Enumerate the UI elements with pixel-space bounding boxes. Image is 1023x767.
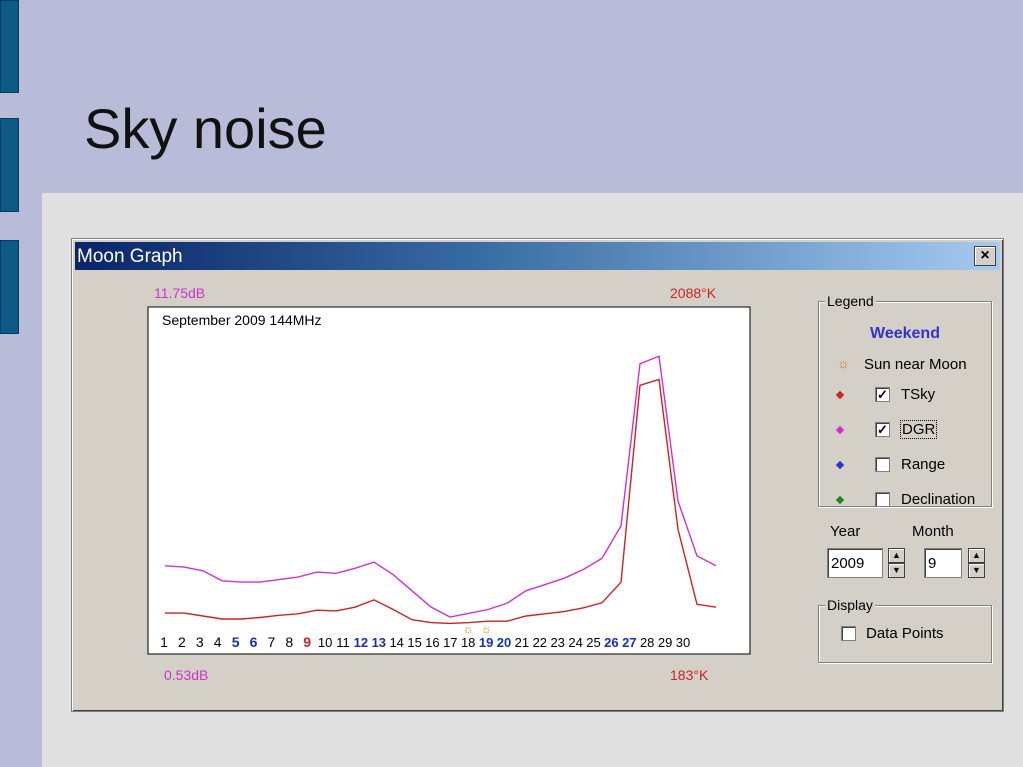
display-group: Display Data Points [818, 597, 992, 663]
x-tick-label-16: 16 [425, 635, 439, 650]
x-tick-label-8: 8 [285, 634, 293, 650]
dgr-label: DGR [899, 420, 938, 439]
year-spin-down-button[interactable]: ▼ [888, 563, 905, 578]
tsky-checkbox[interactable]: ✓ [875, 387, 890, 402]
x-tick-label-27: 27 [622, 635, 636, 650]
display-group-label: Display [825, 597, 875, 613]
data-points-checkbox[interactable] [841, 626, 856, 641]
x-tick-label-13: 13 [372, 635, 386, 650]
x-tick-label-6: 6 [250, 634, 258, 650]
range-marker-icon [835, 460, 845, 470]
tsky-marker-icon [835, 390, 845, 400]
x-tick-label-26: 26 [604, 635, 618, 650]
legend-group: Legend Weekend ☼ Sun near Moon ✓ TSky ✓ DGR… [818, 293, 992, 508]
x-tick-label-2: 2 [178, 634, 186, 650]
sun-near-moon-marker-18: ☼ [463, 622, 474, 636]
x-tick-label-23: 23 [550, 635, 564, 650]
left-axis-min-label: 0.53dB [164, 667, 208, 683]
declination-marker-icon [835, 495, 845, 505]
data-points-label: Data Points [866, 625, 944, 642]
month-label: Month [912, 523, 954, 540]
month-input[interactable]: 9 [924, 548, 962, 578]
x-tick-label-22: 22 [533, 635, 547, 650]
slide-accent-bar-3 [0, 240, 19, 334]
month-spin-up-button[interactable]: ▲ [968, 548, 985, 563]
x-tick-label-7: 7 [268, 634, 276, 650]
x-tick-label-14: 14 [389, 635, 403, 650]
right-axis-min-label: 183°K [670, 667, 709, 683]
moon-graph-window: Moon Graph × September 2009 144MHz 11.75… [71, 238, 1004, 712]
slide-accent-bar-1 [0, 0, 19, 93]
sun-near-moon-label: Sun near Moon [864, 356, 967, 373]
year-spin-up-button[interactable]: ▲ [888, 548, 905, 563]
x-tick-label-15: 15 [407, 635, 421, 650]
x-tick-label-11: 11 [336, 635, 350, 650]
x-tick-label-4: 4 [214, 634, 222, 650]
x-tick-label-10: 10 [318, 635, 332, 650]
slide-accent-bar-2 [0, 118, 19, 212]
year-label: Year [830, 523, 861, 540]
month-spin-down-button[interactable]: ▼ [968, 563, 985, 578]
slide-title: Sky noise [84, 97, 327, 160]
dgr-marker-icon [835, 425, 845, 435]
x-tick-label-3: 3 [196, 634, 204, 650]
weekend-label: Weekend [870, 325, 940, 342]
left-axis-max-label: 11.75dB [154, 285, 205, 301]
sun-icon: ☼ [837, 355, 850, 371]
x-tick-label-24: 24 [568, 635, 582, 650]
chart-title: September 2009 144MHz [162, 312, 322, 328]
range-checkbox[interactable] [875, 457, 890, 472]
x-tick-label-20: 20 [497, 635, 511, 650]
x-tick-label-19: 19 [479, 635, 493, 650]
year-input[interactable]: 2009 [827, 548, 883, 578]
x-tick-label-28: 28 [640, 635, 654, 650]
x-tick-label-17: 17 [443, 635, 457, 650]
legend-group-label: Legend [825, 293, 876, 309]
x-tick-label-18: 18 [461, 635, 475, 650]
x-tick-label-9: 9 [303, 634, 311, 650]
x-tick-label-29: 29 [658, 635, 672, 650]
x-tick-label-25: 25 [586, 635, 600, 650]
range-label: Range [901, 456, 946, 473]
declination-checkbox[interactable] [875, 492, 890, 507]
x-tick-label-1: 1 [160, 634, 168, 650]
x-tick-label-12: 12 [354, 635, 368, 650]
x-tick-label-5: 5 [232, 634, 240, 650]
x-tick-label-21: 21 [515, 635, 529, 650]
x-tick-label-30: 30 [676, 635, 690, 650]
dgr-checkbox[interactable]: ✓ [875, 422, 890, 437]
declination-label: Declination [901, 491, 976, 508]
sun-near-moon-marker-19: ☼ [481, 622, 492, 636]
right-axis-max-label: 2088°K [670, 285, 717, 301]
tsky-label: TSky [901, 386, 936, 403]
